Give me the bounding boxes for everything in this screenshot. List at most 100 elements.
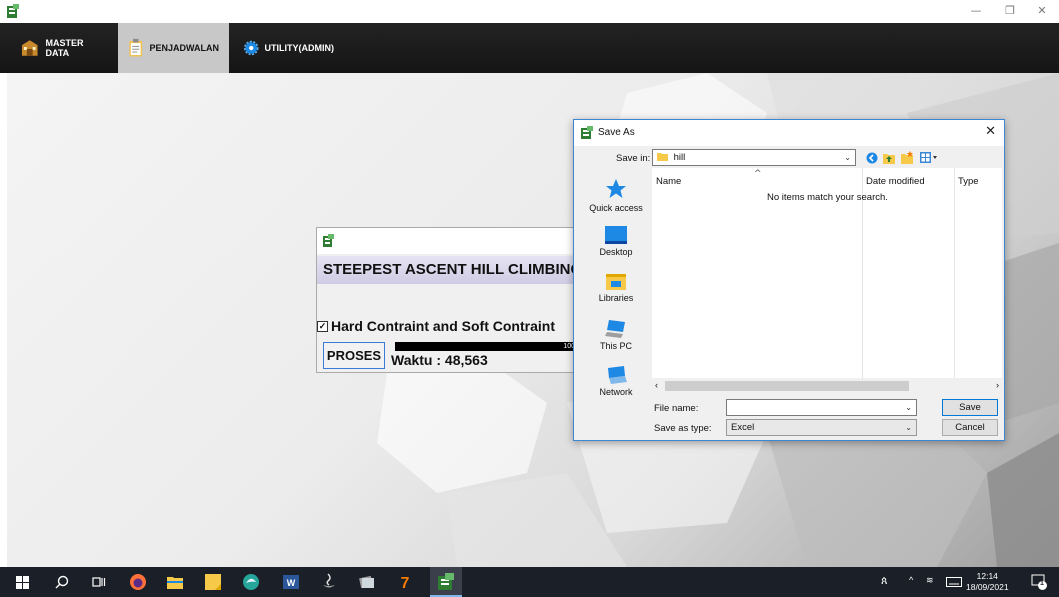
dialog-close-icon[interactable]: ✕ bbox=[985, 124, 996, 139]
menu-label: UTILITY(ADMIN) bbox=[264, 43, 335, 53]
search-icon[interactable] bbox=[55, 575, 69, 589]
column-separator bbox=[954, 168, 955, 378]
menu-label: MASTER DATA bbox=[45, 38, 84, 58]
save-as-dialog: Save As ✕ Save in: hill ⌄ Quick access D… bbox=[573, 119, 1005, 441]
clipboard-icon bbox=[129, 38, 143, 57]
java-icon[interactable] bbox=[320, 573, 338, 591]
place-this-pc[interactable]: This PC bbox=[580, 318, 652, 351]
menu-utility-admin[interactable]: UTILITY(ADMIN) bbox=[234, 23, 344, 73]
places-bar: Quick access Desktop Libraries This PC N… bbox=[580, 168, 652, 408]
main-menubar: MASTER DATA PENJADWALAN UTILITY(ADMIN) bbox=[0, 23, 1059, 73]
sort-caret-icon: ^ bbox=[754, 169, 762, 179]
menu-master-data[interactable]: MASTER DATA bbox=[10, 23, 118, 73]
app-icon bbox=[438, 573, 454, 590]
save-in-value: hill bbox=[673, 152, 686, 163]
system-clock[interactable]: 12:14 18/09/2021 bbox=[966, 571, 1009, 593]
app-icon bbox=[7, 4, 19, 18]
frame-titlebar bbox=[317, 228, 575, 254]
word-icon[interactable]: W bbox=[282, 573, 300, 591]
minimize-icon[interactable]: — bbox=[966, 2, 986, 20]
constraint-checkbox[interactable]: ✓ bbox=[317, 320, 328, 332]
waktu-label: Waktu : 48,563 bbox=[391, 352, 488, 368]
file-explorer-icon[interactable] bbox=[166, 573, 184, 591]
chevron-down-icon: ⌄ bbox=[844, 153, 851, 162]
view-menu-icon[interactable] bbox=[920, 152, 938, 163]
app-icon bbox=[323, 234, 334, 247]
column-header-name[interactable]: Name bbox=[656, 176, 681, 187]
place-desktop[interactable]: Desktop bbox=[580, 226, 652, 257]
chevron-down-icon: ⌄ bbox=[905, 403, 912, 412]
place-label: Network bbox=[599, 387, 633, 397]
up-folder-icon[interactable] bbox=[883, 151, 895, 164]
close-icon[interactable]: ✕ bbox=[1032, 2, 1052, 20]
save-in-label: Save in: bbox=[616, 153, 651, 164]
back-icon[interactable] bbox=[866, 152, 878, 164]
constraint-checkbox-row[interactable]: ✓ Hard Contraint and Soft Contraint bbox=[317, 318, 555, 334]
window-titlebar: — ❐ ✕ bbox=[0, 0, 1059, 23]
column-header-type[interactable]: Type bbox=[958, 176, 979, 187]
save-as-type-select[interactable]: Excel ⌄ bbox=[726, 419, 917, 436]
empty-message: No items match your search. bbox=[767, 192, 888, 203]
notification-icon[interactable] bbox=[1031, 574, 1047, 590]
save-button[interactable]: Save bbox=[942, 399, 998, 416]
place-network[interactable]: Network bbox=[580, 364, 652, 397]
people-icon[interactable]: ጰ bbox=[881, 575, 888, 588]
file-list[interactable]: Name ^ Date modified Type No items match… bbox=[652, 168, 1002, 394]
computer-icon bbox=[605, 320, 625, 338]
cancel-button[interactable]: Cancel bbox=[942, 419, 998, 436]
column-header-date-modified[interactable]: Date modified bbox=[866, 176, 925, 187]
save-as-type-value: Excel bbox=[731, 422, 755, 433]
desktop-icon bbox=[605, 226, 627, 244]
keyboard-icon[interactable] bbox=[946, 577, 962, 587]
algorithm-heading: STEEPEST ASCENT HILL CLIMBING bbox=[317, 256, 575, 284]
save-in-combo[interactable]: hill ⌄ bbox=[652, 149, 856, 166]
scroll-right-icon[interactable]: › bbox=[996, 380, 999, 390]
place-label: This PC bbox=[599, 341, 632, 351]
network-icon bbox=[608, 366, 627, 384]
dialog-title: Save As bbox=[598, 127, 635, 138]
building-icon bbox=[21, 40, 38, 56]
place-libraries[interactable]: Libraries bbox=[580, 272, 652, 303]
horizontal-scrollbar[interactable]: ‹ › bbox=[652, 378, 1002, 394]
wifi-icon[interactable]: ≋ bbox=[926, 575, 934, 586]
new-folder-icon[interactable] bbox=[901, 151, 914, 164]
progress-bar: 100 bbox=[395, 342, 577, 351]
windows-start-icon[interactable] bbox=[16, 576, 29, 589]
constraint-checkbox-label: Hard Contraint and Soft Contraint bbox=[331, 318, 555, 334]
file-name-label: File name: bbox=[654, 403, 699, 414]
gear-icon bbox=[244, 40, 259, 56]
save-as-type-label: Save as type: bbox=[654, 423, 712, 434]
chevron-down-icon: ⌄ bbox=[905, 423, 912, 432]
hill-climbing-frame: STEEPEST ASCENT HILL CLIMBING ✓ Hard Con… bbox=[316, 227, 577, 373]
app-seven-icon[interactable]: 7 bbox=[396, 573, 414, 591]
place-label: Libraries bbox=[598, 293, 634, 303]
clock-date: 18/09/2021 bbox=[966, 582, 1009, 592]
notification-count: 1 bbox=[1040, 580, 1044, 587]
folder-icon bbox=[657, 153, 668, 161]
star-icon bbox=[606, 179, 626, 198]
firefox-icon[interactable] bbox=[129, 573, 147, 591]
menu-penjadwalan[interactable]: PENJADWALAN bbox=[118, 23, 229, 73]
scroll-left-icon[interactable]: ‹ bbox=[655, 380, 658, 390]
menu-label: PENJADWALAN bbox=[149, 43, 219, 53]
proses-button[interactable]: PROSES bbox=[323, 342, 385, 369]
place-label: Desktop bbox=[599, 247, 633, 257]
place-quick-access[interactable]: Quick access bbox=[580, 178, 652, 213]
scroll-thumb[interactable] bbox=[665, 381, 909, 391]
taskbar: W 7 ጰ ^ ≋ 12:14 18/09/2021 1 bbox=[0, 567, 1059, 597]
clock-time: 12:14 bbox=[976, 571, 998, 581]
chevron-up-icon[interactable]: ^ bbox=[909, 575, 913, 585]
svg-text:W: W bbox=[287, 578, 296, 588]
file-name-input[interactable]: ⌄ bbox=[726, 399, 917, 416]
app-icon bbox=[581, 126, 593, 139]
taskbar-active-app[interactable] bbox=[430, 567, 462, 597]
libraries-icon bbox=[606, 274, 626, 290]
app-stack-icon[interactable] bbox=[358, 573, 376, 591]
restore-icon[interactable]: ❐ bbox=[1000, 2, 1020, 20]
app-bird-icon[interactable] bbox=[242, 573, 260, 591]
place-label: Quick access bbox=[589, 203, 643, 213]
sticky-notes-icon[interactable] bbox=[204, 573, 222, 591]
svg-text:7: 7 bbox=[401, 575, 410, 591]
dialog-titlebar: Save As ✕ bbox=[574, 120, 1004, 146]
task-view-icon[interactable] bbox=[92, 575, 106, 589]
